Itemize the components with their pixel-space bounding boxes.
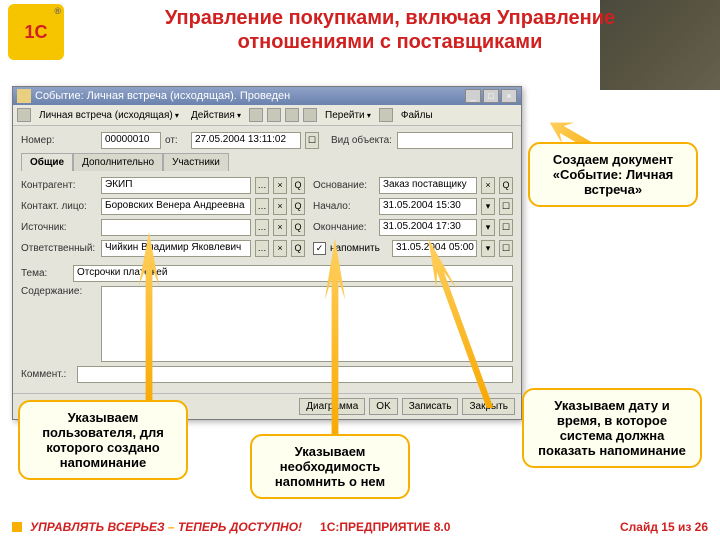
start-cal-icon[interactable]: ☐: [499, 198, 513, 215]
comment-field[interactable]: [77, 366, 513, 383]
osn-label: Основание:: [313, 180, 375, 191]
remind-label: напомнить: [330, 243, 388, 254]
start-label: Начало:: [313, 201, 375, 212]
vidob-label: Вид объекта:: [331, 135, 393, 146]
window-titlebar[interactable]: Событие: Личная встреча (исходящая). Про…: [13, 87, 521, 105]
start-dd-icon[interactable]: ▾: [481, 198, 495, 215]
subject-label: Тема:: [21, 268, 69, 279]
maximize-button[interactable]: □: [483, 89, 499, 103]
tb-icon2[interactable]: [249, 108, 263, 122]
toolbar: Личная встреча (исходящая) Действия Пере…: [13, 105, 521, 126]
contact-field[interactable]: Боровских Венера Андреевна: [101, 198, 251, 215]
tagline-dash: –: [165, 520, 178, 534]
osn-clear-icon[interactable]: ×: [481, 177, 495, 194]
save-button[interactable]: Записать: [402, 398, 459, 415]
src-clear-icon[interactable]: ×: [273, 219, 287, 236]
src-field[interactable]: [101, 219, 251, 236]
tagline-a: УПРАВЛЯТЬ ВСЕРЬЕЗ: [30, 520, 165, 534]
date-label: от:: [165, 135, 187, 146]
footer-bullet-icon: [12, 522, 22, 532]
resp-clear-icon[interactable]: ×: [273, 240, 287, 257]
tb-icon6[interactable]: [379, 108, 393, 122]
end-cal-icon[interactable]: ☐: [499, 219, 513, 236]
contr-field[interactable]: ЭКИП: [101, 177, 251, 194]
footer-product: 1С:ПРЕДПРИЯТИЕ 8.0: [320, 520, 450, 534]
tabs: Общие Дополнительно Участники: [21, 153, 513, 171]
footer-tagline: УПРАВЛЯТЬ ВСЕРЬЕЗ – ТЕПЕРЬ ДОСТУПНО!: [30, 520, 302, 534]
end-label: Окончание:: [313, 222, 375, 233]
tab-general[interactable]: Общие: [21, 153, 73, 171]
tb-files[interactable]: Файлы: [397, 109, 437, 122]
tb-icon3[interactable]: [267, 108, 281, 122]
date-picker-icon[interactable]: ☐: [305, 132, 319, 149]
contr-search-icon[interactable]: Q: [291, 177, 305, 194]
footer: УПРАВЛЯТЬ ВСЕРЬЕЗ – ТЕПЕРЬ ДОСТУПНО! 1С:…: [0, 520, 720, 534]
resp-field[interactable]: Чийкин Владимир Яковлевич: [101, 240, 251, 257]
src-select-icon[interactable]: …: [255, 219, 269, 236]
comment-label: Коммент.:: [21, 369, 73, 380]
window-title-text: Событие: Личная встреча (исходящая). Про…: [35, 90, 290, 102]
num-label: Номер:: [21, 135, 97, 146]
logo-reg: ®: [54, 6, 61, 16]
src-search-icon[interactable]: Q: [291, 219, 305, 236]
slide-title: Управление покупками, включая Управление…: [72, 6, 708, 54]
title-line1: Управление покупками, включая Управление: [72, 6, 708, 30]
osn-field[interactable]: Заказ поставщику: [379, 177, 477, 194]
window-icon: [17, 89, 31, 103]
contact-search-icon[interactable]: Q: [291, 198, 305, 215]
callout-datetime: Указываем дату и время, в которое систем…: [522, 388, 702, 468]
start-field[interactable]: 31.05.2004 15:30: [379, 198, 477, 215]
remind-cal-icon[interactable]: ☐: [499, 240, 513, 257]
tb-icon[interactable]: [17, 108, 31, 122]
content-label: Содержание:: [21, 286, 97, 297]
resp-label: Ответственный:: [21, 243, 97, 254]
resp-search-icon[interactable]: Q: [291, 240, 305, 257]
logo-1c: 1C ®: [8, 4, 64, 60]
app-window: Событие: Личная встреча (исходящая). Про…: [12, 86, 522, 420]
contact-select-icon[interactable]: …: [255, 198, 269, 215]
tab-participants[interactable]: Участники: [163, 153, 229, 171]
minimize-button[interactable]: _: [465, 89, 481, 103]
remind-checkbox[interactable]: ✓: [313, 242, 326, 255]
ok-button[interactable]: OK: [369, 398, 397, 415]
tb-icon4[interactable]: [285, 108, 299, 122]
osn-search-icon[interactable]: Q: [499, 177, 513, 194]
tb-actions-dropdown[interactable]: Действия: [187, 109, 245, 122]
resp-select-icon[interactable]: …: [255, 240, 269, 257]
callout-user: Указываем пользователя, для которого соз…: [18, 400, 188, 480]
slide-header: 1C ® Управление покупками, включая Управ…: [0, 0, 720, 66]
contr-select-icon[interactable]: …: [255, 177, 269, 194]
tagline-b: ТЕПЕРЬ ДОСТУПНО!: [178, 520, 302, 534]
close-button[interactable]: ×: [501, 89, 517, 103]
end-field[interactable]: 31.05.2004 17:30: [379, 219, 477, 236]
contr-clear-icon[interactable]: ×: [273, 177, 287, 194]
tab-additional[interactable]: Дополнительно: [73, 153, 163, 171]
tb-icon5[interactable]: [303, 108, 317, 122]
contr-label: Контрагент:: [21, 180, 97, 191]
contact-clear-icon[interactable]: ×: [273, 198, 287, 215]
form-body: Номер: 00000010 от: 27.05.2004 13:11:02 …: [13, 126, 521, 393]
date-field[interactable]: 27.05.2004 13:11:02: [191, 132, 301, 149]
callout-need-remind: Указываем необходимость напомнить о нем: [250, 434, 410, 499]
num-field[interactable]: 00000010: [101, 132, 161, 149]
src-label: Источник:: [21, 222, 97, 233]
tb-type-dropdown[interactable]: Личная встреча (исходящая): [35, 109, 183, 122]
slide-counter: Слайд 15 из 26: [620, 520, 708, 534]
window-controls: _ □ ×: [465, 89, 517, 103]
contact-label: Контакт. лицо:: [21, 201, 97, 212]
vidob-field[interactable]: [397, 132, 513, 149]
title-line2: отношениями с поставщиками: [72, 30, 708, 54]
end-dd-icon[interactable]: ▾: [481, 219, 495, 236]
logo-text: 1C: [24, 22, 47, 43]
tb-goto-dropdown[interactable]: Перейти: [321, 109, 375, 122]
remind-dd-icon[interactable]: ▾: [481, 240, 495, 257]
callout-create-doc: Создаем документ «Событие: Личная встреч…: [528, 142, 698, 207]
